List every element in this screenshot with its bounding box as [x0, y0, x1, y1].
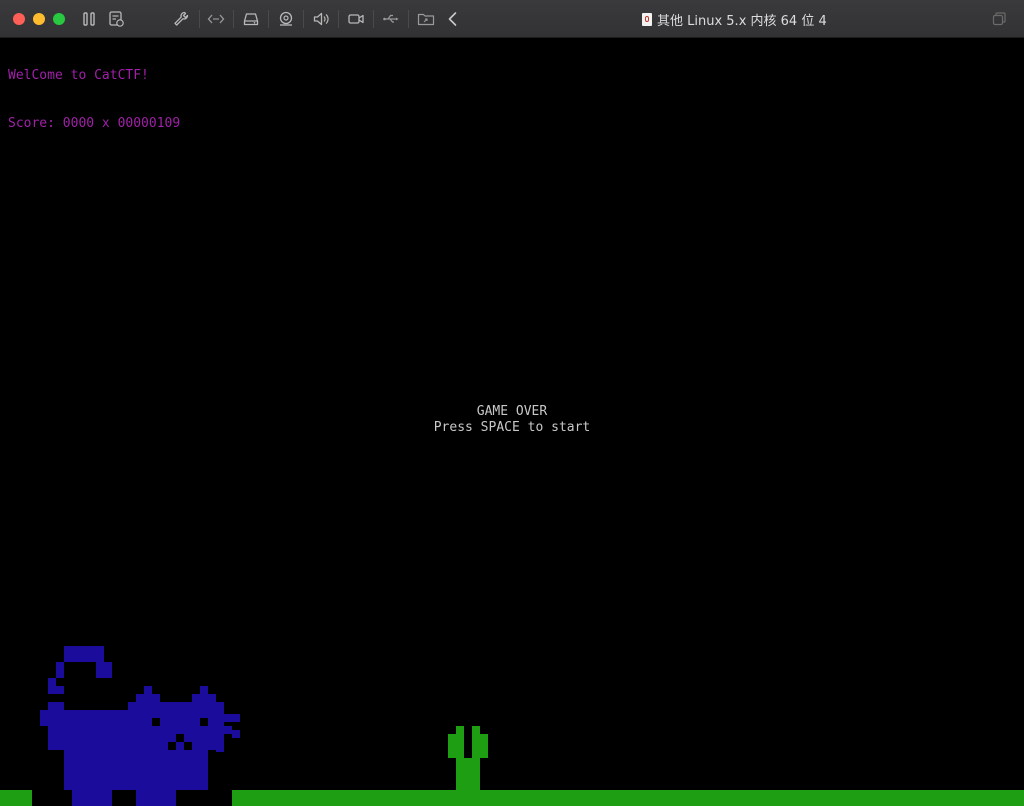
toolbar-divider — [408, 10, 409, 28]
ground-segment — [232, 790, 1024, 806]
network-icon[interactable] — [206, 9, 226, 29]
game-over-text: GAME OVER — [476, 404, 548, 419]
shared-folder-icon[interactable] — [416, 9, 436, 29]
toolbar-divider — [303, 10, 304, 28]
welcome-text: WelCome to CatCTF! — [8, 68, 149, 83]
toolbar-divider — [373, 10, 374, 28]
back-chevron-icon[interactable] — [443, 9, 463, 29]
window-title: 其他 Linux 5.x 内核 64 位 4 — [642, 10, 827, 29]
close-window-button[interactable] — [13, 13, 25, 25]
window-title-text: 其他 Linux 5.x 内核 64 位 4 — [657, 13, 827, 29]
ground-segment — [0, 790, 32, 806]
camera-capture-icon[interactable] — [276, 9, 296, 29]
minimize-window-button[interactable] — [33, 13, 45, 25]
toolbar-divider — [338, 10, 339, 28]
snapshot-icon[interactable] — [106, 9, 126, 29]
sound-icon[interactable] — [311, 9, 331, 29]
toolbar-divider — [268, 10, 269, 28]
hard-disk-icon[interactable] — [241, 9, 261, 29]
toolbar-divider — [199, 10, 200, 28]
start-prompt-text: Press SPACE to start — [433, 420, 591, 435]
vm-window: 其他 Linux 5.x 内核 64 位 4 WelCome to CatCTF… — [0, 0, 1024, 806]
title-bar: 其他 Linux 5.x 内核 64 位 4 — [0, 0, 1024, 38]
window-mode-icon[interactable] — [989, 9, 1009, 29]
vm-document-icon — [642, 12, 652, 26]
pause-icon[interactable] — [79, 9, 99, 29]
settings-wrench-icon[interactable] — [171, 9, 191, 29]
usb-icon[interactable] — [381, 9, 401, 29]
score-text: Score: 0000 x 00000109 — [8, 116, 181, 131]
vm-screen[interactable]: WelCome to CatCTF! Score: 0000 x 0000010… — [0, 38, 1024, 806]
video-camera-icon[interactable] — [346, 9, 366, 29]
toolbar-divider — [233, 10, 234, 28]
zoom-window-button[interactable] — [53, 13, 65, 25]
